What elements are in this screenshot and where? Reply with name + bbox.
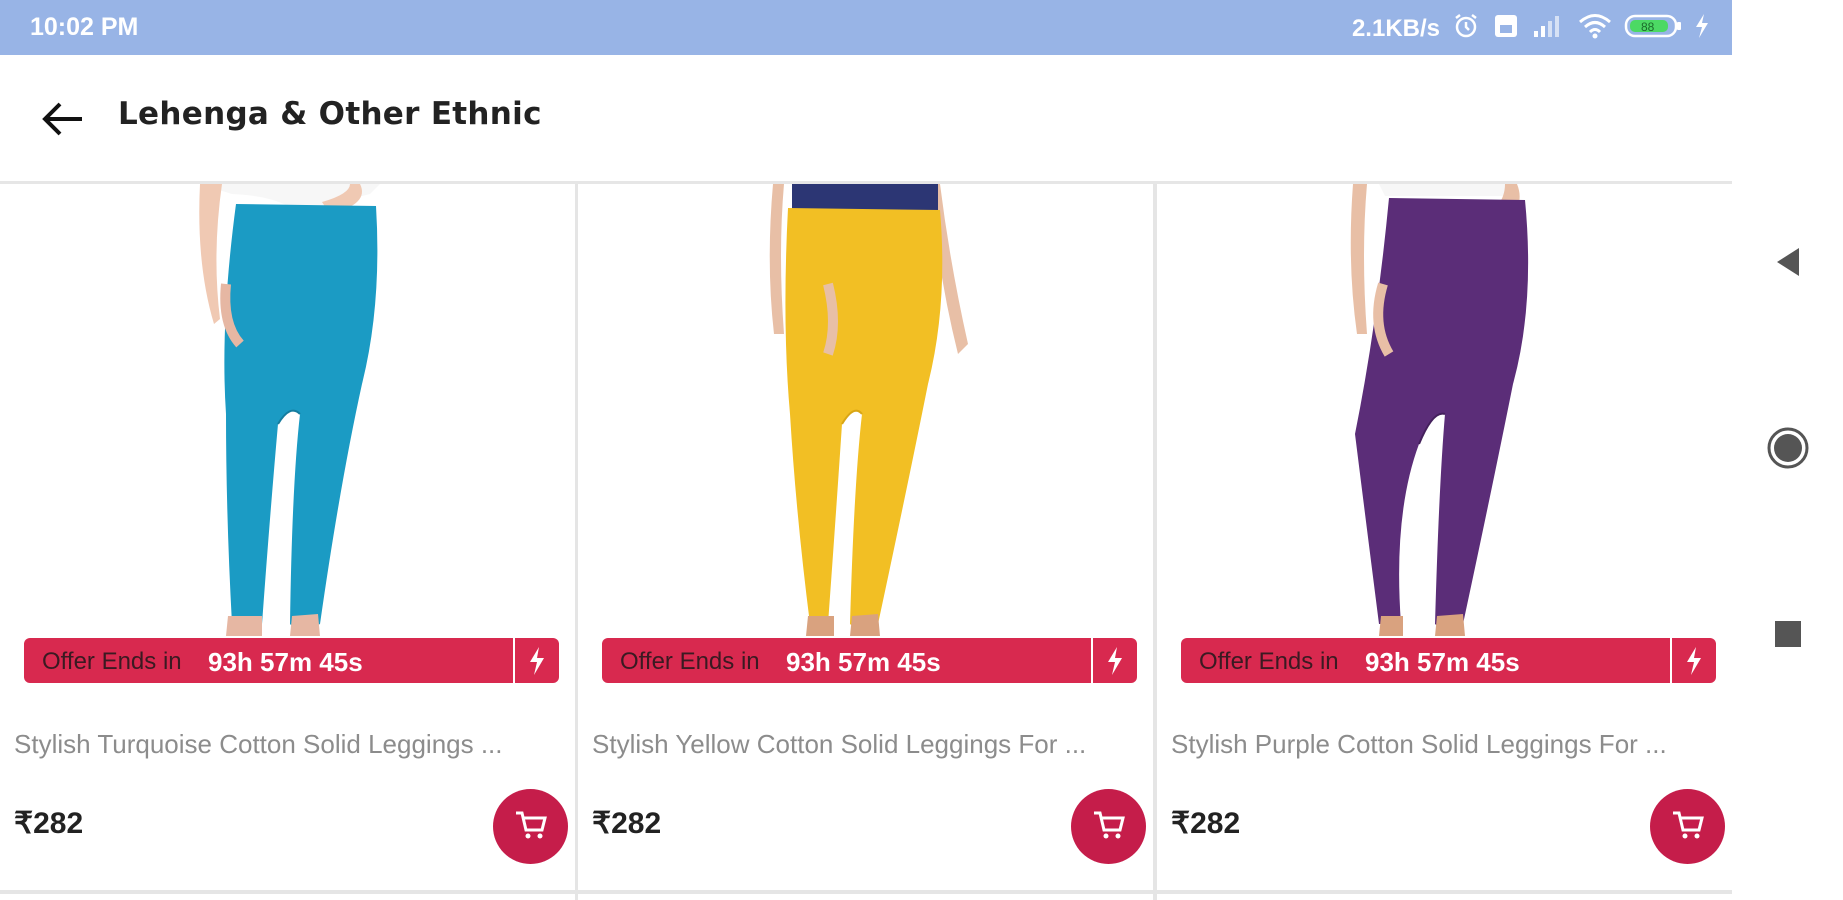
- offer-countdown: 93h 57m 45s: [1365, 647, 1520, 677]
- product-price: ₹282: [592, 807, 662, 840]
- nav-back-button[interactable]: [1732, 224, 1843, 304]
- product-card-peek[interactable]: [1157, 894, 1732, 900]
- offer-label: Offer Ends in: [1199, 648, 1339, 675]
- cart-icon: [1092, 810, 1126, 844]
- product-grid: Offer Ends in 93h 57m 45s Stylish Turquo…: [0, 184, 1732, 900]
- app-bar: Lehenga & Other Ethnic: [0, 55, 1732, 184]
- offer-countdown: 93h 57m 45s: [208, 647, 363, 677]
- nav-home-button[interactable]: [1732, 410, 1843, 490]
- cart-icon: [1671, 810, 1705, 844]
- recents-square-icon: [1773, 619, 1803, 653]
- charging-icon: [1694, 13, 1710, 44]
- home-circle-icon: [1765, 425, 1811, 475]
- product-name[interactable]: Stylish Yellow Cotton Solid Leggings For…: [592, 729, 1137, 760]
- offer-banner: Offer Ends in 93h 57m 45s: [602, 638, 1137, 683]
- product-card-peek[interactable]: [578, 894, 1153, 900]
- add-to-cart-button[interactable]: [1650, 789, 1725, 864]
- cart-icon: [514, 810, 548, 844]
- nav-recents-button[interactable]: [1732, 596, 1843, 676]
- add-to-cart-button[interactable]: [1071, 789, 1146, 864]
- product-card[interactable]: Offer Ends in 93h 57m 45s Stylish Purple…: [1157, 184, 1732, 890]
- battery-level: 88: [1641, 20, 1655, 34]
- offer-label: Offer Ends in: [42, 648, 182, 675]
- product-price: ₹282: [1171, 807, 1241, 840]
- offer-banner: Offer Ends in 93h 57m 45s: [1181, 638, 1716, 683]
- offer-label: Offer Ends in: [620, 648, 760, 675]
- system-nav-bar: [1732, 0, 1843, 900]
- offer-countdown: 93h 57m 45s: [786, 647, 941, 677]
- arrow-left-icon: [40, 102, 86, 143]
- flash-icon: [513, 638, 559, 683]
- status-bar: 10:02 PM 2.1KB/s 88: [0, 0, 1732, 55]
- product-image[interactable]: [578, 184, 1153, 684]
- app-window: 10:02 PM 2.1KB/s 88 Lehenga & Other Ethn…: [0, 0, 1732, 900]
- back-button[interactable]: [40, 99, 86, 139]
- product-card[interactable]: Offer Ends in 93h 57m 45s Stylish Yellow…: [578, 184, 1153, 890]
- add-to-cart-button[interactable]: [493, 789, 568, 864]
- back-triangle-icon: [1773, 245, 1803, 283]
- product-image[interactable]: [0, 184, 575, 684]
- flash-icon: [1670, 638, 1716, 683]
- product-card-peek[interactable]: [0, 894, 575, 900]
- wifi-icon: [1578, 13, 1612, 44]
- product-image[interactable]: [1157, 184, 1732, 684]
- battery-icon: 88: [1624, 13, 1682, 44]
- product-name[interactable]: Stylish Purple Cotton Solid Leggings For…: [1171, 729, 1716, 760]
- product-name[interactable]: Stylish Turquoise Cotton Solid Leggings …: [14, 729, 559, 760]
- page-title: Lehenga & Other Ethnic: [118, 96, 542, 132]
- offer-banner: Offer Ends in 93h 57m 45s: [24, 638, 559, 683]
- product-card[interactable]: Offer Ends in 93h 57m 45s Stylish Turquo…: [0, 184, 575, 890]
- flash-icon: [1091, 638, 1137, 683]
- status-time: 10:02 PM: [30, 13, 139, 41]
- alarm-icon: [1452, 12, 1480, 45]
- sim-icon: [1492, 13, 1520, 44]
- product-price: ₹282: [14, 807, 84, 840]
- network-speed: 2.1KB/s: [1351, 14, 1440, 42]
- signal-icon: [1532, 13, 1566, 44]
- status-icons: 2.1KB/s 88: [1352, 12, 1710, 45]
